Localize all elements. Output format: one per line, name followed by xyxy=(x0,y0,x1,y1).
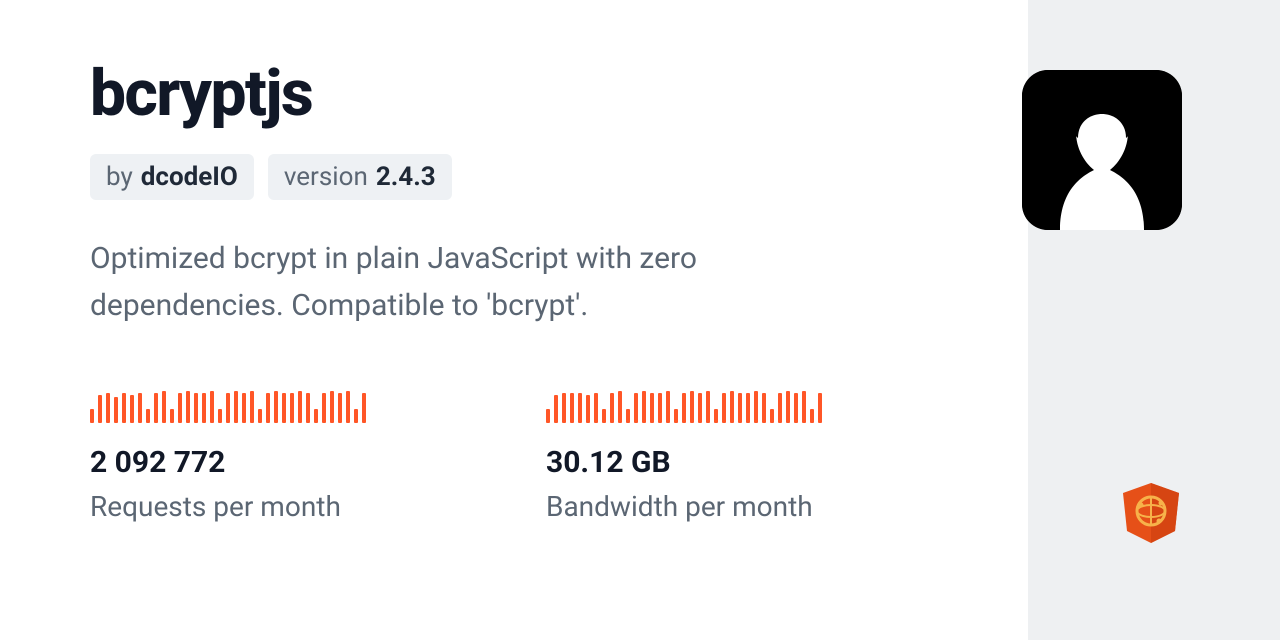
requests-value: 2 092 772 xyxy=(90,445,366,480)
bandwidth-value: 30.12 GB xyxy=(546,445,822,480)
bandwidth-sparkline xyxy=(546,383,822,423)
badge-row: by dcodeIO version 2.4.3 xyxy=(90,154,990,200)
package-card: bcryptjs by dcodeIO version 2.4.3 Optimi… xyxy=(90,62,990,523)
requests-stat: 2 092 772 Requests per month xyxy=(90,383,366,523)
package-description: Optimized bcrypt in plain JavaScript wit… xyxy=(90,236,850,329)
version-value: 2.4.3 xyxy=(376,162,436,192)
requests-sparkline xyxy=(90,383,366,423)
avatar-silhouette-icon xyxy=(1022,70,1182,230)
bandwidth-stat: 30.12 GB Bandwidth per month xyxy=(546,383,822,523)
bandwidth-label: Bandwidth per month xyxy=(546,490,822,523)
author-name: dcodeIO xyxy=(141,162,238,192)
version-badge[interactable]: version 2.4.3 xyxy=(268,154,452,200)
stats-row: 2 092 772 Requests per month 30.12 GB Ba… xyxy=(90,383,990,523)
avatar[interactable] xyxy=(1022,70,1182,230)
author-prefix: by xyxy=(106,162,133,192)
framework-badge-icon[interactable] xyxy=(1123,483,1179,543)
requests-label: Requests per month xyxy=(90,490,366,523)
package-title: bcryptjs xyxy=(90,62,990,126)
version-prefix: version xyxy=(284,162,368,192)
author-badge[interactable]: by dcodeIO xyxy=(90,154,254,200)
